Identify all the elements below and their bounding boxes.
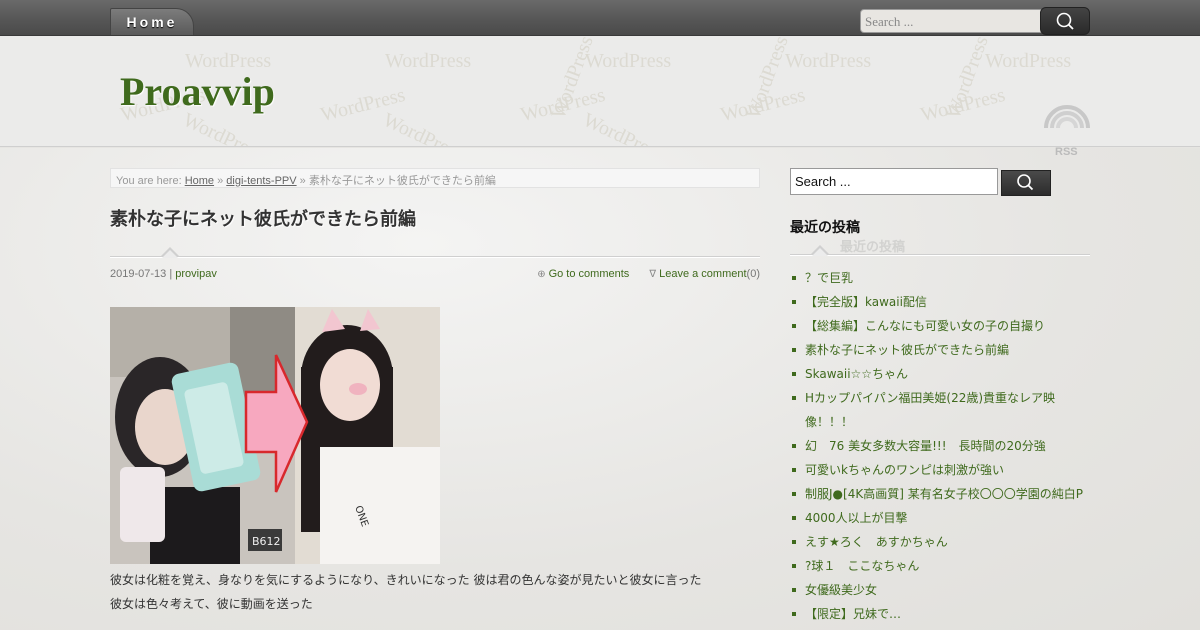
breadcrumb-separator: » [214,175,227,187]
recent-post-link[interactable]: 制服J●[4K高画質] 某有名女子校〇〇〇学園の純白P [790,482,1090,506]
recent-post-link[interactable]: 素朴な子にネット彼氏ができたら前編 [790,338,1090,362]
sidebar-search-button[interactable] [1001,170,1051,196]
breadcrumb: You are here: Home » digi-tents-PPV » 素朴… [110,168,760,188]
post-body: 彼女は化粧を覚え、身なりを気にするようになり、きれいになった 彼は君の色んな姿が… [110,568,760,616]
header-watermark: WordPress [985,50,1072,72]
recent-post-link[interactable]: ？で巨乳 [790,266,1090,290]
recent-post-link[interactable]: 幻 76 美女多数大容量!!! 長時間の20分強 [790,434,1090,458]
image-badge: B612 [252,535,281,548]
recent-post-link[interactable]: 女優級美少女 [790,578,1090,602]
recent-posts-title-shadow: 最近の投稿 [840,240,906,255]
nav-home-tab[interactable]: Home [110,8,194,35]
recent-posts-list: ？で巨乳 【完全版】kawaii配信 【総集編】こんなにも可愛い女の子の自撮り 素朴な… [790,266,1090,626]
widget-divider [790,254,1090,256]
rss-label[interactable]: RSS [1055,146,1078,158]
post-image[interactable]: B612 ONE [110,307,440,564]
sidebar-search-input[interactable]: Search ... [790,168,998,195]
top-search-button[interactable] [1040,7,1090,35]
recent-post-link[interactable]: ?球１ ここなちゃん [790,554,1090,578]
header-watermark: WordPress [385,50,472,72]
recent-post-link[interactable]: 像！！！ [790,410,1090,434]
comments-icon: ⊕ [537,269,546,280]
header-watermark: WordPress [585,50,672,72]
site-header: WordPress WordPress WordPress WordPress … [0,36,1200,147]
post-body-line: 彼女は色々考えて、彼に動画を送った [110,597,313,611]
recent-post-link[interactable]: Skawaii☆☆ちゃん [790,362,1090,386]
title-divider [110,256,760,258]
meta-separator: | [166,268,176,280]
recent-post-link[interactable]: 【完全版】kawaii配信 [790,290,1090,314]
post-author-link[interactable]: provipav [175,268,217,280]
search-icon [1017,174,1034,191]
leave-comment-link[interactable]: Leave a comment [659,268,746,280]
recent-post-link[interactable]: えす★ろく あすかちゃん [790,530,1090,554]
header-watermark: WordPress [785,50,872,72]
search-icon [1056,12,1074,30]
recent-post-link[interactable]: 【限定】兄妹で… [790,602,1090,626]
recent-post-link[interactable]: 4000人以上が目撃 [790,506,1090,530]
leave-comment-icon: ∇ [649,269,657,280]
breadcrumb-current: 素朴な子にネット彼氏ができたら前編 [308,175,496,187]
recent-post-link[interactable]: 可愛いkちゃんのワンピは刺激が強い [790,458,1090,482]
post-date: 2019-07-13 [110,268,167,280]
top-nav-bar: Home Search ... [0,0,1200,36]
site-title[interactable]: Proavvip [120,68,275,115]
breadcrumb-category-link[interactable]: digi-tents-PPV [226,175,296,187]
breadcrumb-home-link[interactable]: Home [185,175,214,187]
meta-comment-links: ⊕ Go to comments ∇ Leave a comment(0) [537,268,760,280]
recent-post-link[interactable]: 【総集編】こんなにも可愛い女の子の自撮り [790,314,1090,338]
rss-icon[interactable] [1044,84,1090,130]
post-meta: 2019-07-13 | provipav ⊕ Go to comments ∇ L… [110,268,760,284]
breadcrumb-separator: » [296,175,309,187]
top-search-input[interactable]: Search ... [860,9,1042,33]
recent-post-link[interactable]: Hカップパイパン福田美姫(22歳)貴重なレア映 [790,386,1090,410]
post-photo: B612 ONE [110,307,440,564]
go-to-comments-link[interactable]: Go to comments [549,268,630,280]
divider-notch-inner [162,250,178,258]
widget-divider-notch-inner [812,248,828,256]
recent-posts-title: 最近の投稿 [790,220,860,236]
post-body-line: 彼女は化粧を覚え、身なりを気にするようになり、きれいになった 彼は君の色んな姿が… [110,573,702,587]
breadcrumb-prefix: You are here: [116,175,185,187]
post-title[interactable]: 素朴な子にネット彼氏ができたら前編 [110,205,416,231]
comment-count: (0) [746,268,760,280]
header-watermark: WordPress [579,108,667,147]
header-watermark: WordPress [379,108,467,147]
